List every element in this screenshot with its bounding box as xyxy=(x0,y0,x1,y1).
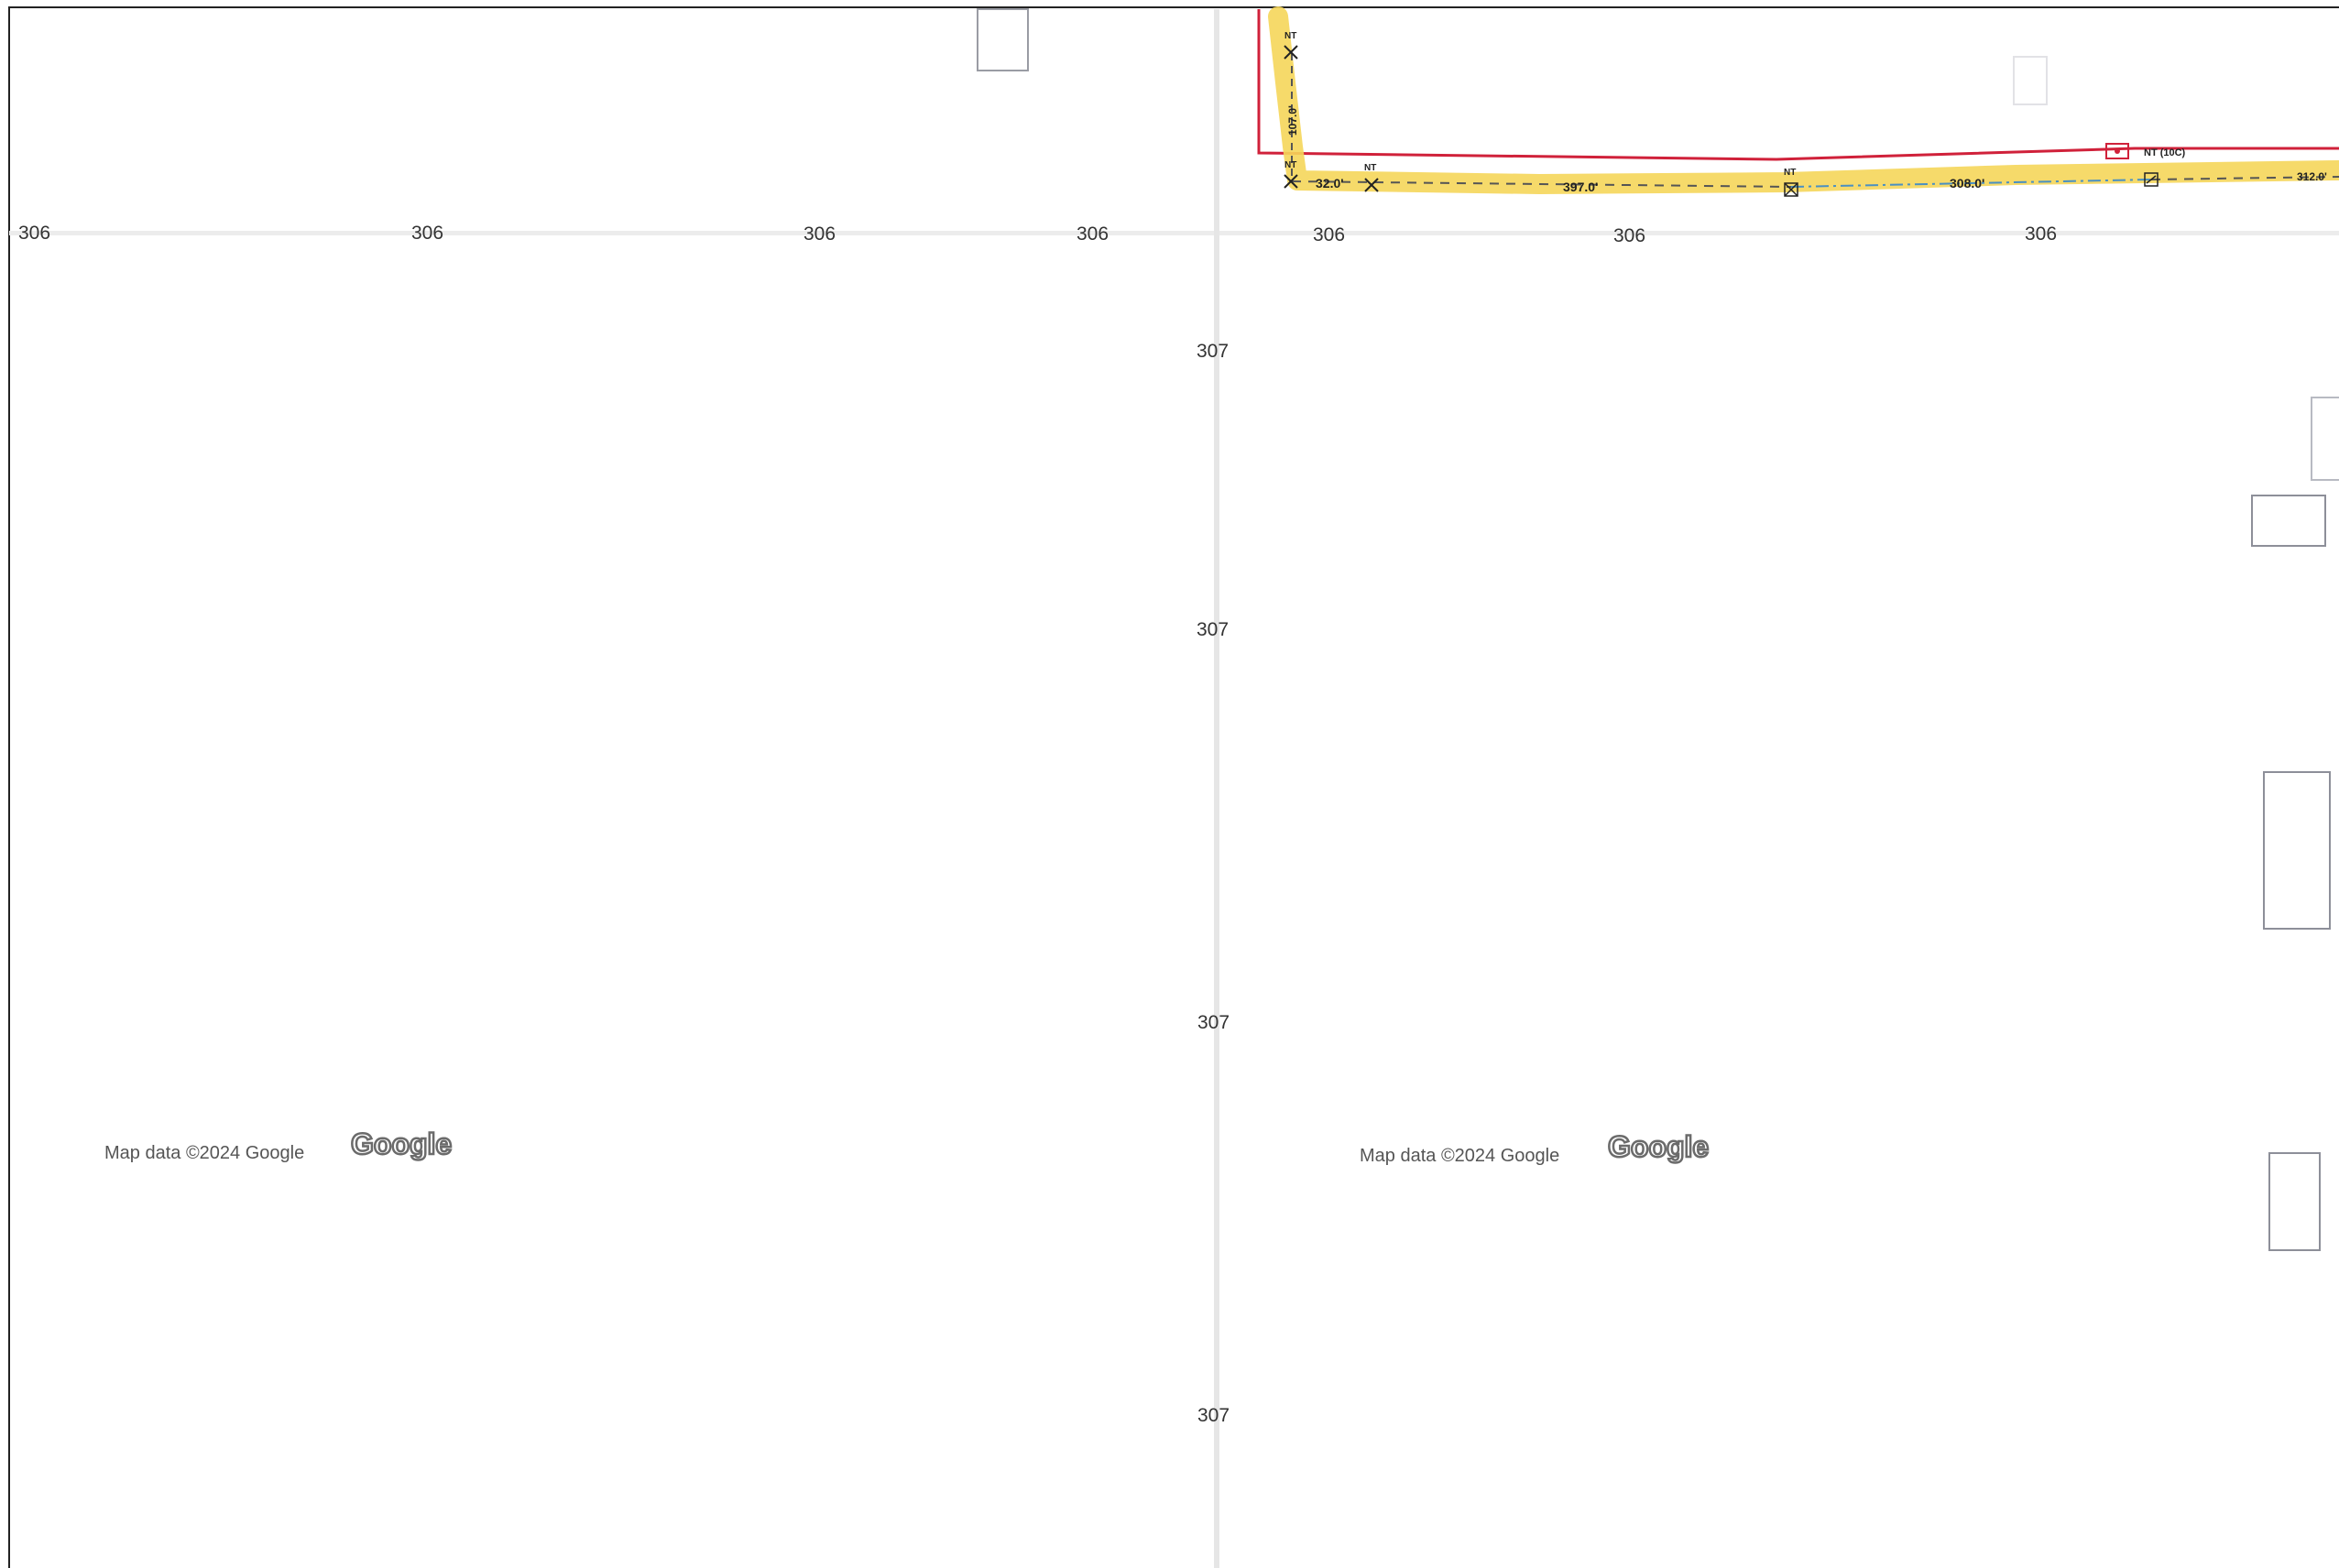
google-logo: Google xyxy=(1608,1130,1709,1163)
road-label-306: 306 xyxy=(18,223,50,244)
red-pole-dot xyxy=(2115,148,2120,154)
google-logo: Google xyxy=(351,1127,452,1160)
building-outline xyxy=(2013,56,2048,105)
road-label-306: 306 xyxy=(1313,224,1345,245)
building-outline xyxy=(2251,495,2326,547)
road-horizontal xyxy=(9,231,2339,235)
span-label: 397.0' xyxy=(1563,180,1598,194)
map-canvas[interactable]: 306 306 306 306 306 306 306 307 307 307 … xyxy=(0,0,2339,1568)
pole-label: NT xyxy=(1284,160,1296,170)
road-vertical xyxy=(1214,9,1219,1568)
map-attribution: Map data ©2024 Google xyxy=(1360,1146,1559,1166)
road-label-306: 306 xyxy=(2025,223,2057,245)
building-outline xyxy=(2311,397,2339,481)
pole-label: NT (10C) xyxy=(2144,147,2186,158)
pole-label: NT xyxy=(1284,31,1296,41)
road-label-307: 307 xyxy=(1197,341,1229,362)
road-label-306: 306 xyxy=(803,223,836,245)
span-label: 308.0' xyxy=(1950,176,1984,191)
road-label-306: 306 xyxy=(411,223,443,244)
building-outline xyxy=(2268,1152,2321,1251)
pole-label: NT xyxy=(1364,163,1376,173)
building-outline xyxy=(2263,771,2331,930)
road-label-307: 307 xyxy=(1197,1405,1230,1426)
pole-label: NT xyxy=(1784,168,1796,178)
property-boundary xyxy=(1257,9,2339,161)
road-label-307: 307 xyxy=(1197,619,1229,640)
building-outline xyxy=(977,8,1029,71)
span-label: 312.0' xyxy=(2297,170,2327,183)
road-label-306: 306 xyxy=(1077,223,1109,245)
map-attribution: Map data ©2024 Google xyxy=(104,1143,304,1163)
road-label-306: 306 xyxy=(1613,225,1645,246)
span-label: 32.0' xyxy=(1316,176,1344,191)
road-label-307: 307 xyxy=(1197,1012,1230,1033)
span-label: 107.0' xyxy=(1286,105,1299,136)
